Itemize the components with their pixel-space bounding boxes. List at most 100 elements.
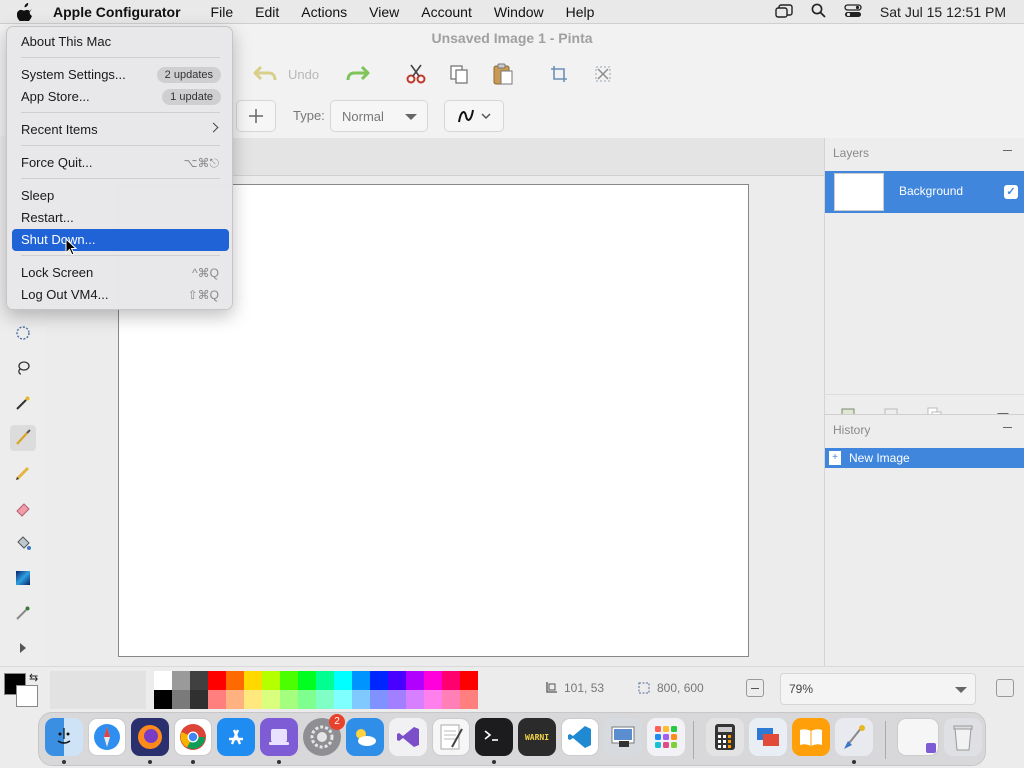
finder-icon[interactable] xyxy=(45,718,83,756)
menu-about-this-mac[interactable]: About This Mac xyxy=(12,31,229,53)
minimize-icon[interactable] xyxy=(1003,427,1012,428)
menu-sleep[interactable]: Sleep xyxy=(12,185,229,207)
cut-icon[interactable] xyxy=(405,62,427,86)
ellipse-select-icon[interactable] xyxy=(10,320,36,346)
palette-swatch[interactable] xyxy=(226,690,244,709)
palette-swatch[interactable] xyxy=(172,690,190,709)
palette-swatch[interactable] xyxy=(406,690,424,709)
paint-bucket-icon[interactable] xyxy=(10,530,36,556)
menu-account[interactable]: Account xyxy=(421,4,472,20)
menu-window[interactable]: Window xyxy=(494,4,544,20)
expand-tools-icon[interactable] xyxy=(10,635,36,661)
palette-swatch[interactable] xyxy=(226,671,244,690)
console-icon[interactable]: WARNI xyxy=(518,718,556,756)
palette-swatch[interactable] xyxy=(262,671,280,690)
zoom-out-button[interactable] xyxy=(746,679,764,697)
menu-edit[interactable]: Edit xyxy=(255,4,279,20)
layer-visibility-checkbox[interactable]: ✓ xyxy=(1004,185,1018,199)
app-store-icon[interactable] xyxy=(217,718,255,756)
palette-swatch[interactable] xyxy=(424,671,442,690)
weather-icon[interactable] xyxy=(346,718,384,756)
menu-recent-items[interactable]: Recent Items xyxy=(12,119,229,141)
palette-swatch[interactable] xyxy=(316,671,334,690)
color-selector[interactable]: ⇆ xyxy=(4,671,42,709)
magic-wand-icon[interactable] xyxy=(10,390,36,416)
apple-configurator-icon[interactable] xyxy=(260,718,298,756)
palette-swatch[interactable] xyxy=(154,690,172,709)
color-picker-icon[interactable] xyxy=(10,600,36,626)
gradient-icon[interactable] xyxy=(10,565,36,591)
palette-swatch[interactable] xyxy=(334,690,352,709)
palette-swatch[interactable] xyxy=(316,690,334,709)
launchpad-icon[interactable] xyxy=(647,718,685,756)
type-dropdown[interactable]: Normal xyxy=(330,100,428,132)
menu-restart[interactable]: Restart... xyxy=(12,207,229,229)
books-icon[interactable] xyxy=(792,718,830,756)
palette-swatch[interactable] xyxy=(262,690,280,709)
apple-icon[interactable] xyxy=(17,2,37,21)
menu-force-quit[interactable]: Force Quit... ⌥⌘⎋ xyxy=(12,152,229,174)
palette-swatch[interactable] xyxy=(190,690,208,709)
terminal-icon[interactable] xyxy=(475,718,513,756)
textedit-icon[interactable] xyxy=(432,718,470,756)
palette-swatch[interactable] xyxy=(298,690,316,709)
minimize-icon[interactable] xyxy=(1003,150,1012,151)
history-item[interactable]: + New Image xyxy=(825,448,1024,468)
menu-view[interactable]: View xyxy=(369,4,399,20)
palette-swatch[interactable] xyxy=(208,690,226,709)
palette-swatch[interactable] xyxy=(352,671,370,690)
preview-icon[interactable] xyxy=(604,718,642,756)
menubar-clock[interactable]: Sat Jul 15 12:51 PM xyxy=(880,4,1006,20)
secondary-color-swatch[interactable] xyxy=(16,685,38,707)
pencil-icon[interactable] xyxy=(10,460,36,486)
paintbrush-icon[interactable] xyxy=(10,425,36,451)
layer-row[interactable]: Background ✓ xyxy=(825,171,1024,213)
redo-button[interactable] xyxy=(345,62,371,86)
palette-swatch[interactable] xyxy=(388,690,406,709)
crop-to-selection-icon[interactable] xyxy=(550,62,568,86)
palette-swatch[interactable] xyxy=(352,690,370,709)
add-button[interactable] xyxy=(236,100,276,132)
undo-button[interactable]: Undo xyxy=(252,62,319,86)
system-settings-icon[interactable]: 2 xyxy=(303,714,345,756)
palette-swatch[interactable] xyxy=(280,671,298,690)
deselect-icon[interactable] xyxy=(594,62,612,86)
lasso-select-icon[interactable] xyxy=(10,355,36,381)
calculator-icon[interactable] xyxy=(706,718,744,756)
palette-swatch[interactable] xyxy=(280,690,298,709)
menu-system-settings[interactable]: System Settings... 2 updates xyxy=(12,64,229,86)
minimized-window-icon[interactable] xyxy=(897,718,939,756)
palette-swatch[interactable] xyxy=(244,690,262,709)
palette-swatch[interactable] xyxy=(442,671,460,690)
menu-actions[interactable]: Actions xyxy=(301,4,347,20)
zoom-fit-button[interactable] xyxy=(996,679,1014,697)
palette-swatch[interactable] xyxy=(334,671,352,690)
palette-swatch[interactable] xyxy=(388,671,406,690)
palette-swatch[interactable] xyxy=(424,690,442,709)
menu-app-store[interactable]: App Store... 1 update xyxy=(12,86,229,108)
palette-swatch[interactable] xyxy=(244,671,262,690)
palette-swatch[interactable] xyxy=(154,671,172,690)
trash-icon[interactable] xyxy=(944,718,982,756)
palette-swatch[interactable] xyxy=(298,671,316,690)
palette-swatch[interactable] xyxy=(370,690,388,709)
spotlight-search-icon[interactable] xyxy=(811,3,826,21)
palette-swatch[interactable] xyxy=(460,671,478,690)
palette-swatch[interactable] xyxy=(460,690,478,709)
menu-lock-screen[interactable]: Lock Screen ^⌘Q xyxy=(12,262,229,284)
menu-log-out[interactable]: Log Out VM4... ⇧⌘Q xyxy=(12,284,229,306)
window-switcher-icon[interactable] xyxy=(775,3,793,21)
eraser-icon[interactable] xyxy=(10,495,36,521)
pinta-icon[interactable] xyxy=(835,718,873,756)
copy-icon[interactable] xyxy=(448,62,470,86)
palette-swatch[interactable] xyxy=(442,690,460,709)
safari-icon[interactable] xyxy=(88,718,126,756)
vscode-icon[interactable] xyxy=(561,718,599,756)
chrome-icon[interactable] xyxy=(174,718,212,756)
screen-sharing-icon[interactable] xyxy=(749,718,787,756)
menu-help[interactable]: Help xyxy=(566,4,595,20)
stroke-style-dropdown[interactable] xyxy=(444,100,504,132)
swap-colors-icon[interactable]: ⇆ xyxy=(29,671,38,684)
control-center-icon[interactable] xyxy=(844,3,862,21)
visual-studio-icon[interactable] xyxy=(389,718,427,756)
